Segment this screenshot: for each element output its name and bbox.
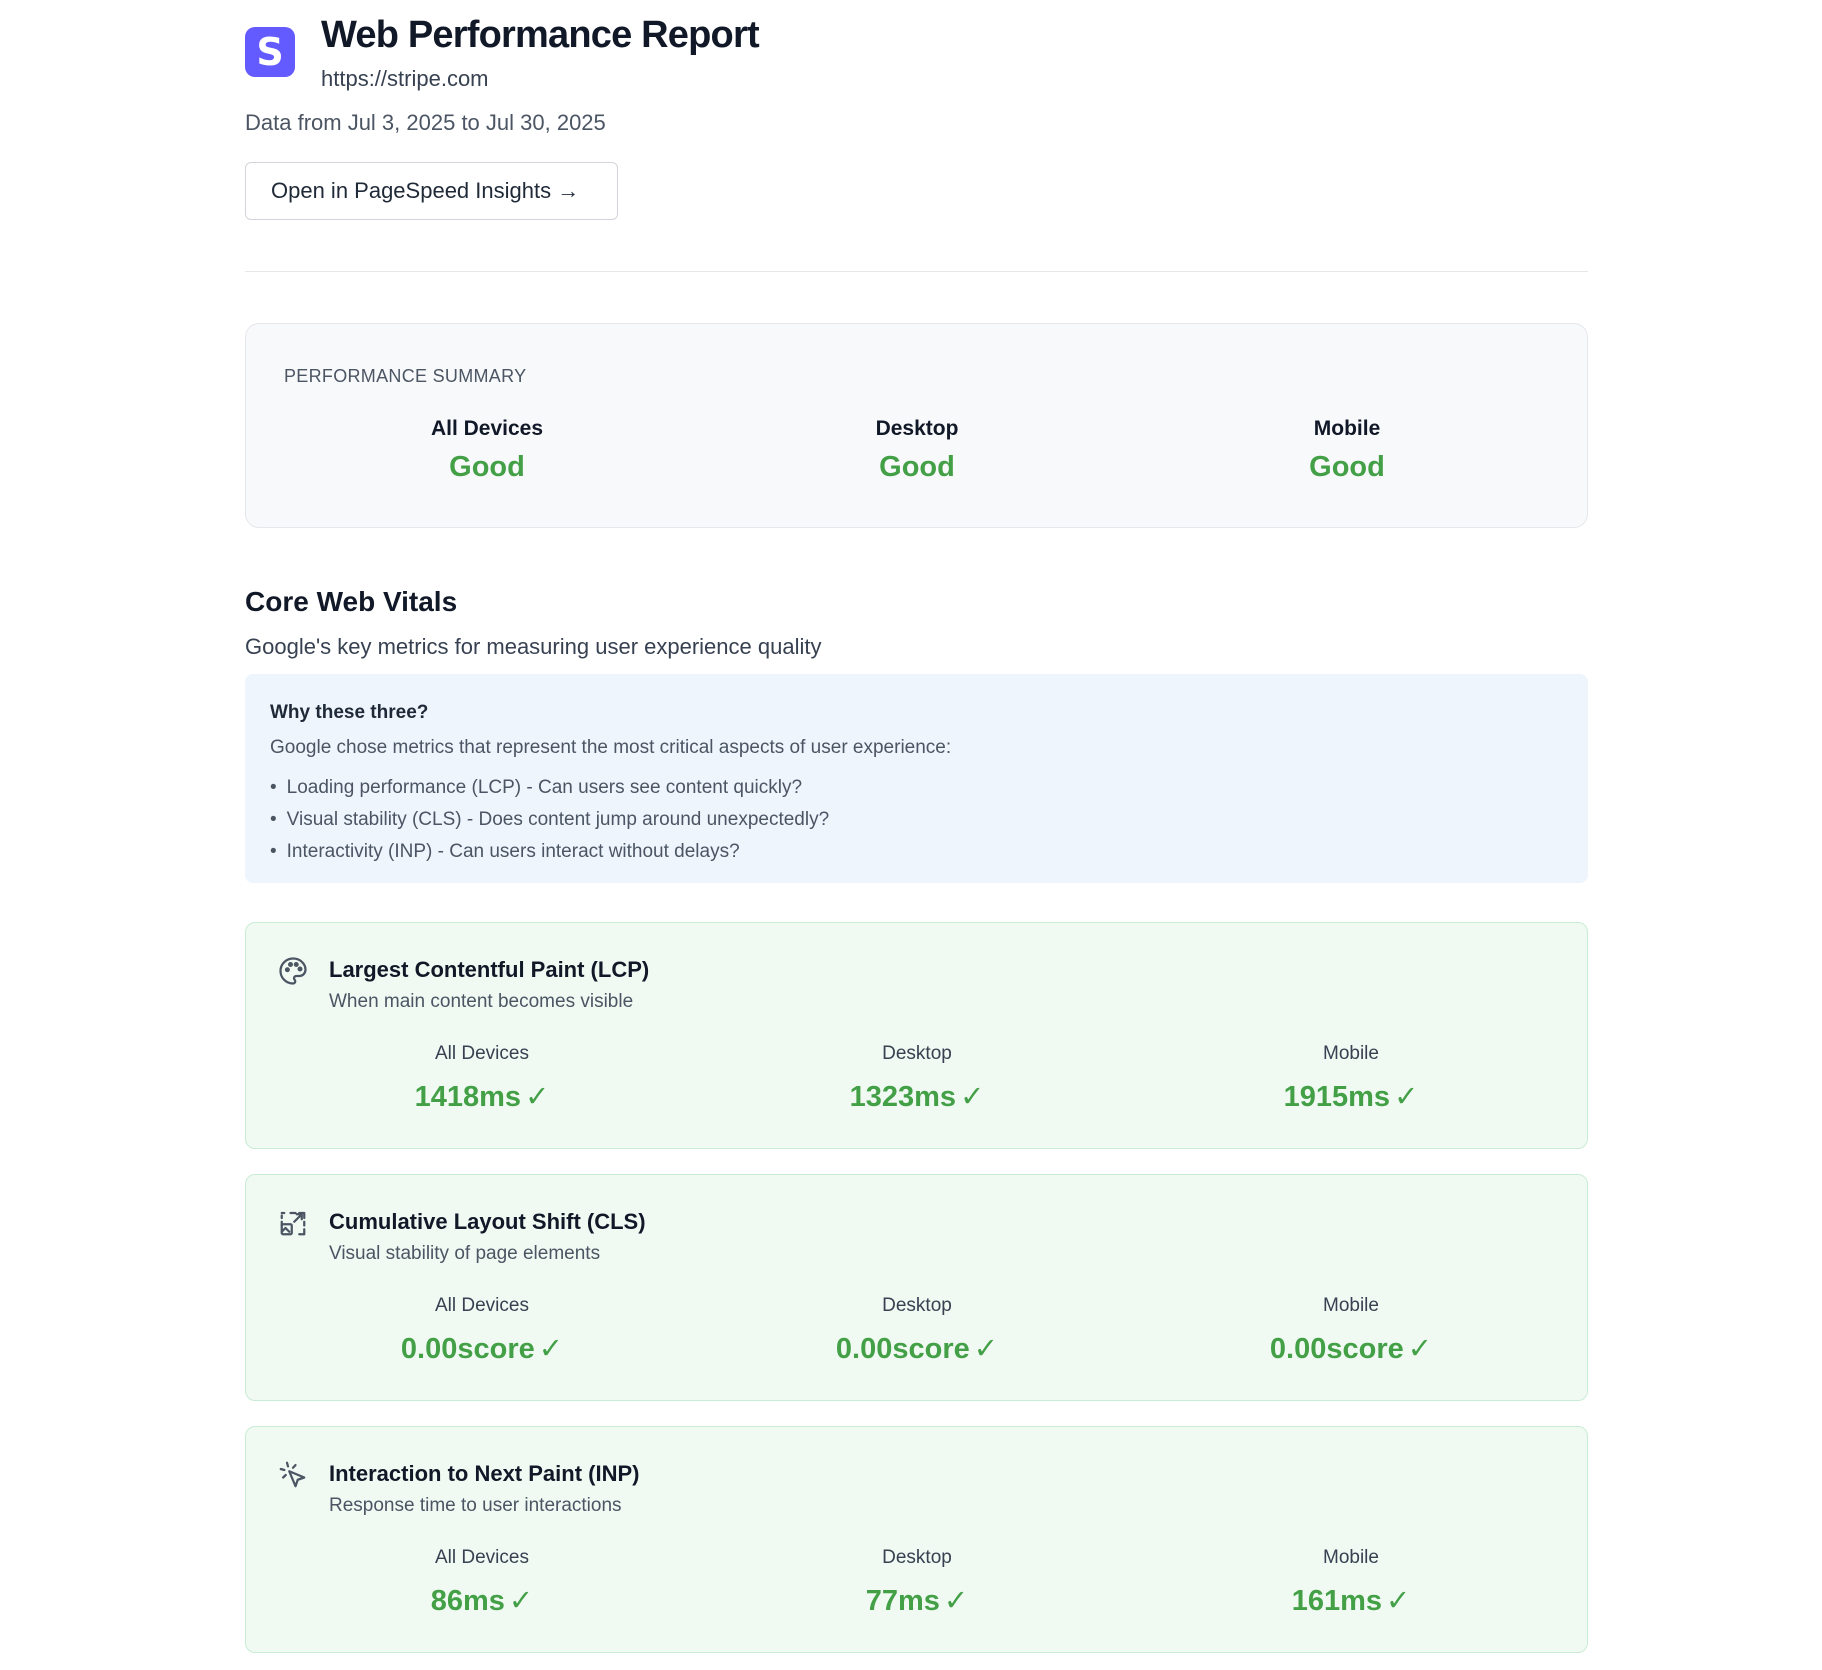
metric-description: When main content becomes visible (329, 991, 634, 1012)
metric-value-text: 1323ms (849, 1081, 957, 1113)
summary-label: PERFORMANCE SUMMARY (284, 366, 527, 386)
metric-title: Interaction to Next Paint (INP) (329, 1461, 640, 1486)
why-these-three-box: Why these three? Google chose metrics th… (245, 674, 1588, 883)
why-list-item: Interactivity (INP) - Can users interact… (270, 836, 1563, 868)
check-icon: ✓ (538, 1333, 564, 1365)
summary-mobile: Mobile Good (1197, 417, 1497, 484)
why-list-item: Loading performance (LCP) - Can users se… (270, 772, 1563, 804)
metric-value-text: 0.00score (1269, 1333, 1404, 1365)
metric-value-text: 161ms (1291, 1585, 1382, 1617)
site-url: https://stripe.com (321, 66, 489, 91)
stripe-logo: S (245, 27, 295, 77)
pointer-click-icon (279, 1461, 306, 1488)
metric-desktop: Desktop 0.00score ✓ (767, 1295, 1067, 1366)
cwv-heading: Core Web Vitals (245, 586, 458, 617)
metric-value: 86ms ✓ (332, 1583, 632, 1618)
header-divider (245, 271, 1588, 272)
report-page: S Web Performance Report https://stripe.… (0, 0, 1822, 1670)
metric-device-label: Desktop (882, 1547, 952, 1568)
summary-device-label: All Devices (430, 417, 544, 440)
metric-card-inp: Interaction to Next Paint (INP) Response… (245, 1426, 1588, 1653)
metric-value: 77ms ✓ (767, 1583, 1067, 1618)
metric-mobile: Mobile 1915ms ✓ (1201, 1043, 1501, 1114)
report-container: S Web Performance Report https://stripe.… (245, 0, 1588, 1653)
check-icon: ✓ (1394, 1081, 1419, 1113)
summary-desktop: Desktop Good (767, 417, 1067, 484)
metric-title: Largest Contentful Paint (LCP) (329, 957, 650, 982)
check-icon: ✓ (960, 1081, 985, 1113)
metric-value: 0.00score ✓ (332, 1331, 632, 1366)
metric-card-lcp: Largest Contentful Paint (LCP) When main… (245, 922, 1588, 1149)
why-description: Google chose metrics that represent the … (270, 737, 952, 758)
metric-value: 161ms ✓ (1201, 1583, 1501, 1618)
metric-value-text: 1418ms (414, 1081, 522, 1113)
open-pagespeed-button[interactable]: Open in PageSpeed Insights → (245, 162, 618, 220)
metric-value-text: 0.00score (400, 1333, 535, 1365)
metric-all-devices: All Devices 0.00score ✓ (332, 1295, 632, 1366)
metric-value: 0.00score ✓ (1201, 1331, 1501, 1366)
metric-device-label: Mobile (1323, 1043, 1379, 1064)
metric-card-cls: Cumulative Layout Shift (CLS) Visual sta… (245, 1174, 1588, 1401)
metric-value: 1418ms ✓ (332, 1079, 632, 1114)
metric-value-text: 77ms (865, 1585, 940, 1617)
performance-summary-card: PERFORMANCE SUMMARY All Devices Good Des… (245, 323, 1588, 528)
palette-icon (279, 957, 307, 985)
page-title: Web Performance Report (321, 14, 760, 56)
metric-value-text: 1915ms (1283, 1081, 1391, 1113)
metric-all-devices: All Devices 1418ms ✓ (332, 1043, 632, 1114)
metric-value: 1323ms ✓ (767, 1079, 1067, 1114)
metric-all-devices: All Devices 86ms ✓ (332, 1547, 632, 1618)
report-header: S Web Performance Report https://stripe.… (245, 0, 1588, 272)
check-icon: ✓ (943, 1585, 969, 1617)
metric-device-label: Desktop (882, 1043, 952, 1064)
metric-value: 1915ms ✓ (1201, 1079, 1501, 1114)
metric-device-label: All Devices (435, 1547, 529, 1568)
summary-device-label: Desktop (875, 417, 959, 440)
cwv-subtitle: Google's key metrics for measuring user … (245, 634, 822, 659)
metric-description: Response time to user interactions (329, 1495, 622, 1516)
layout-shift-icon (280, 1211, 306, 1236)
metric-device-label: All Devices (435, 1295, 529, 1316)
why-list: Loading performance (LCP) - Can users se… (270, 772, 1563, 868)
metric-device-label: Mobile (1323, 1547, 1379, 1568)
check-icon: ✓ (525, 1081, 550, 1113)
metric-desktop: Desktop 77ms ✓ (767, 1547, 1067, 1618)
metric-value: 0.00score ✓ (767, 1331, 1067, 1366)
metric-title: Cumulative Layout Shift (CLS) (329, 1209, 646, 1234)
check-icon: ✓ (1386, 1585, 1411, 1617)
summary-status: Good (449, 451, 525, 483)
metric-device-label: Desktop (882, 1295, 952, 1316)
summary-status: Good (879, 451, 955, 483)
metric-mobile: Mobile 0.00score ✓ (1201, 1295, 1501, 1366)
check-icon: ✓ (508, 1585, 534, 1617)
summary-device-label: Mobile (1313, 417, 1381, 440)
metric-description: Visual stability of page elements (329, 1243, 601, 1264)
metric-mobile: Mobile 161ms ✓ (1201, 1547, 1501, 1618)
date-range: Data from Jul 3, 2025 to Jul 30, 2025 (245, 110, 606, 135)
check-icon: ✓ (1407, 1333, 1433, 1365)
metric-device-label: All Devices (435, 1043, 529, 1064)
metric-value-text: 0.00score (835, 1333, 970, 1365)
why-list-item: Visual stability (CLS) - Does content ju… (270, 804, 1563, 836)
metric-desktop: Desktop 1323ms ✓ (767, 1043, 1067, 1114)
metric-device-label: Mobile (1323, 1295, 1379, 1316)
why-title: Why these three? (270, 702, 429, 723)
check-icon: ✓ (973, 1333, 999, 1365)
summary-status: Good (1309, 451, 1385, 483)
metric-value-text: 86ms (430, 1585, 505, 1617)
summary-all-devices: All Devices Good (337, 417, 637, 484)
